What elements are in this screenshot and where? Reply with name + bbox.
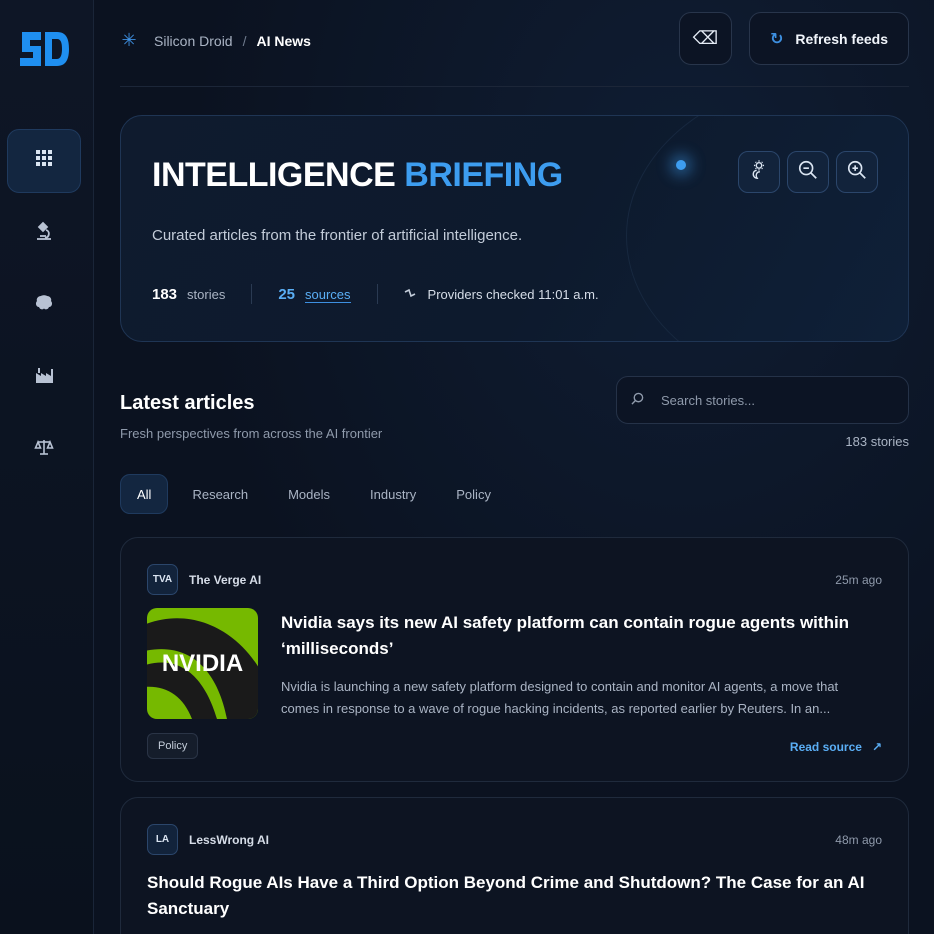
hero-stats: 183 stories 25 sources Providers checked… [152,284,599,304]
page-title-part1: INTELLIGENCE [152,156,396,194]
article-card[interactable]: LA LessWrong AI 48m ago Should Rogue AIs… [120,797,909,934]
stories-stat: 183 stories [152,286,225,303]
zoom-in-icon [846,159,868,186]
hero-toolbar [738,151,878,193]
sun-moon-icon [748,159,770,186]
page-subtitle: Curated articles from the frontier of ar… [152,227,523,244]
breadcrumb-current: AI News [256,32,311,49]
silicon-droid-logo[interactable] [17,26,71,74]
main-content: ✳ Silicon Droid / AI News ⌫ ↻ Refresh fe… [94,0,934,934]
top-bar: ✳ Silicon Droid / AI News ⌫ ↻ Refresh fe… [120,0,909,87]
sidebar-item-dashboard[interactable] [7,129,81,193]
article-time: 48m ago [835,833,882,847]
scales-icon [34,437,54,463]
breadcrumb-separator: / [242,32,247,49]
article-time: 25m ago [835,573,882,587]
stories-count: 183 [152,285,178,303]
brain-icon [34,293,54,319]
breadcrumb-root[interactable]: Silicon Droid [154,33,233,49]
external-link-icon: ↗ [871,740,882,754]
sources-count[interactable]: 25 [278,286,295,303]
search-input[interactable] [661,392,881,408]
article-title[interactable]: Nvidia says its new AI safety platform c… [281,610,881,662]
source-name: LessWrong AI [189,833,270,847]
zoom-in-button[interactable] [836,151,878,193]
pulse-icon [404,287,416,302]
grid-icon [34,148,54,174]
microscope-icon [34,221,54,247]
search-icon [631,392,647,408]
search-box[interactable] [616,376,909,424]
thumbnail-logo-text: NVIDIA [162,650,243,677]
zoom-out-icon [797,159,819,186]
source-badge: TVA [147,564,178,595]
stat-divider [376,284,378,304]
refresh-feeds-label: Refresh feeds [795,30,888,47]
hero-decoration [626,116,908,341]
providers-checked: Providers checked 11:01 a.m. [404,287,599,302]
article-card[interactable]: TVA The Verge AI 25m ago NVIDIA Nvidia s… [120,537,909,782]
sidebar-item-models[interactable] [7,274,81,338]
source-badge: LA [147,824,178,855]
refresh-icon: ↻ [770,30,784,48]
article-tag[interactable]: Policy [147,733,199,759]
category-tabs: All Research Models Industry Policy [120,474,507,514]
tab-industry[interactable]: Industry [354,474,432,514]
stat-divider [251,284,253,304]
tab-policy[interactable]: Policy [440,474,507,514]
source-name: The Verge AI [189,573,262,587]
backspace-icon: ⌫ [692,28,719,48]
hero-card: INTELLIGENCE BRIEFING Curated articles f… [120,115,909,342]
section-subtitle: Fresh perspectives from across the AI fr… [120,426,383,441]
tab-models[interactable]: Models [272,474,346,514]
sources-link[interactable]: sources [305,287,351,303]
tab-research[interactable]: Research [176,474,264,514]
zoom-out-button[interactable] [787,151,829,193]
sources-stat[interactable]: 25 sources [278,286,351,303]
factory-icon [34,365,54,391]
sidebar-item-industry[interactable] [7,346,81,410]
read-source-link[interactable]: Read source ↗ [790,740,882,754]
stories-label: stories [187,286,226,302]
tab-all[interactable]: All [120,474,169,514]
article-title[interactable]: Should Rogue AIs Have a Third Option Bey… [147,870,877,922]
sidebar-item-policy[interactable] [7,418,81,482]
sparkle-icon: ✳ [121,30,137,50]
clear-button[interactable]: ⌫ [679,12,732,65]
section-title: Latest articles [120,392,255,414]
theme-toggle-button[interactable] [738,151,780,193]
sidebar [0,0,94,934]
hero-glow-dot [676,160,686,170]
article-thumbnail[interactable]: NVIDIA [147,608,258,719]
sidebar-item-research[interactable] [7,202,81,266]
refresh-feeds-button[interactable]: ↻ Refresh feeds [749,12,909,65]
providers-checked-label: Providers checked 11:01 a.m. [427,286,599,302]
read-source-label: Read source [789,740,862,754]
page-title-part2: BRIEFING [404,156,563,194]
page-title: INTELLIGENCE BRIEFING [152,156,563,195]
article-description: Nvidia is launching a new safety platfor… [281,679,839,716]
breadcrumb: ✳ Silicon Droid / AI News [120,30,311,51]
story-count: 183 stories [845,434,909,449]
